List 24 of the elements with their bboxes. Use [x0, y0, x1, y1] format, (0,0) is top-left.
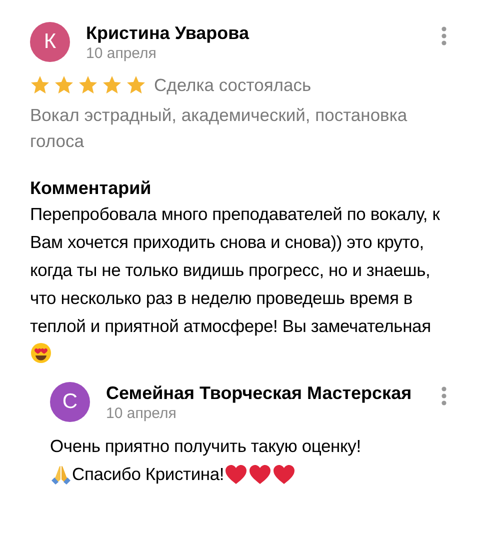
author-name: Кристина Уварова [86, 22, 250, 44]
more-icon[interactable] [441, 386, 447, 406]
service-name: Вокал эстрадный, академический, постановка голоса [30, 104, 408, 153]
review-date: 10 апреля [106, 404, 178, 424]
comment-text: Перепробовала много преподавателей по вокалу, к Вам хочется приходить снова и снова)) это круто, когда ты не только видишь прогресс, но и знаешь, что несколько раз в неделю проведешь время в теплой и приятной атмосфере! Вы замечательная [30, 200, 447, 368]
review-date: 10 апреля [86, 44, 158, 64]
avatar: К [30, 22, 70, 62]
star-icon [54, 75, 74, 95]
avatar: С [50, 382, 90, 422]
heart-icon [272, 463, 296, 485]
praying-hands-icon [50, 463, 72, 485]
reply-text: Очень приятно получить такую оценку! [50, 435, 362, 458]
more-icon[interactable] [441, 26, 447, 46]
comment-heading: Комментарий [30, 177, 152, 200]
heart-icon [248, 463, 272, 485]
smiling-face-icon [30, 342, 52, 364]
star-icon [78, 75, 98, 95]
star-icon [126, 75, 146, 95]
star-icon [30, 75, 50, 95]
star-icon [102, 75, 122, 95]
deal-status: Сделка состоялась [154, 74, 312, 97]
reply-text: Спасибо Кристина! [72, 463, 224, 486]
author-name: Семейная Творческая Мастерская [106, 382, 413, 404]
heart-icon [224, 463, 248, 485]
